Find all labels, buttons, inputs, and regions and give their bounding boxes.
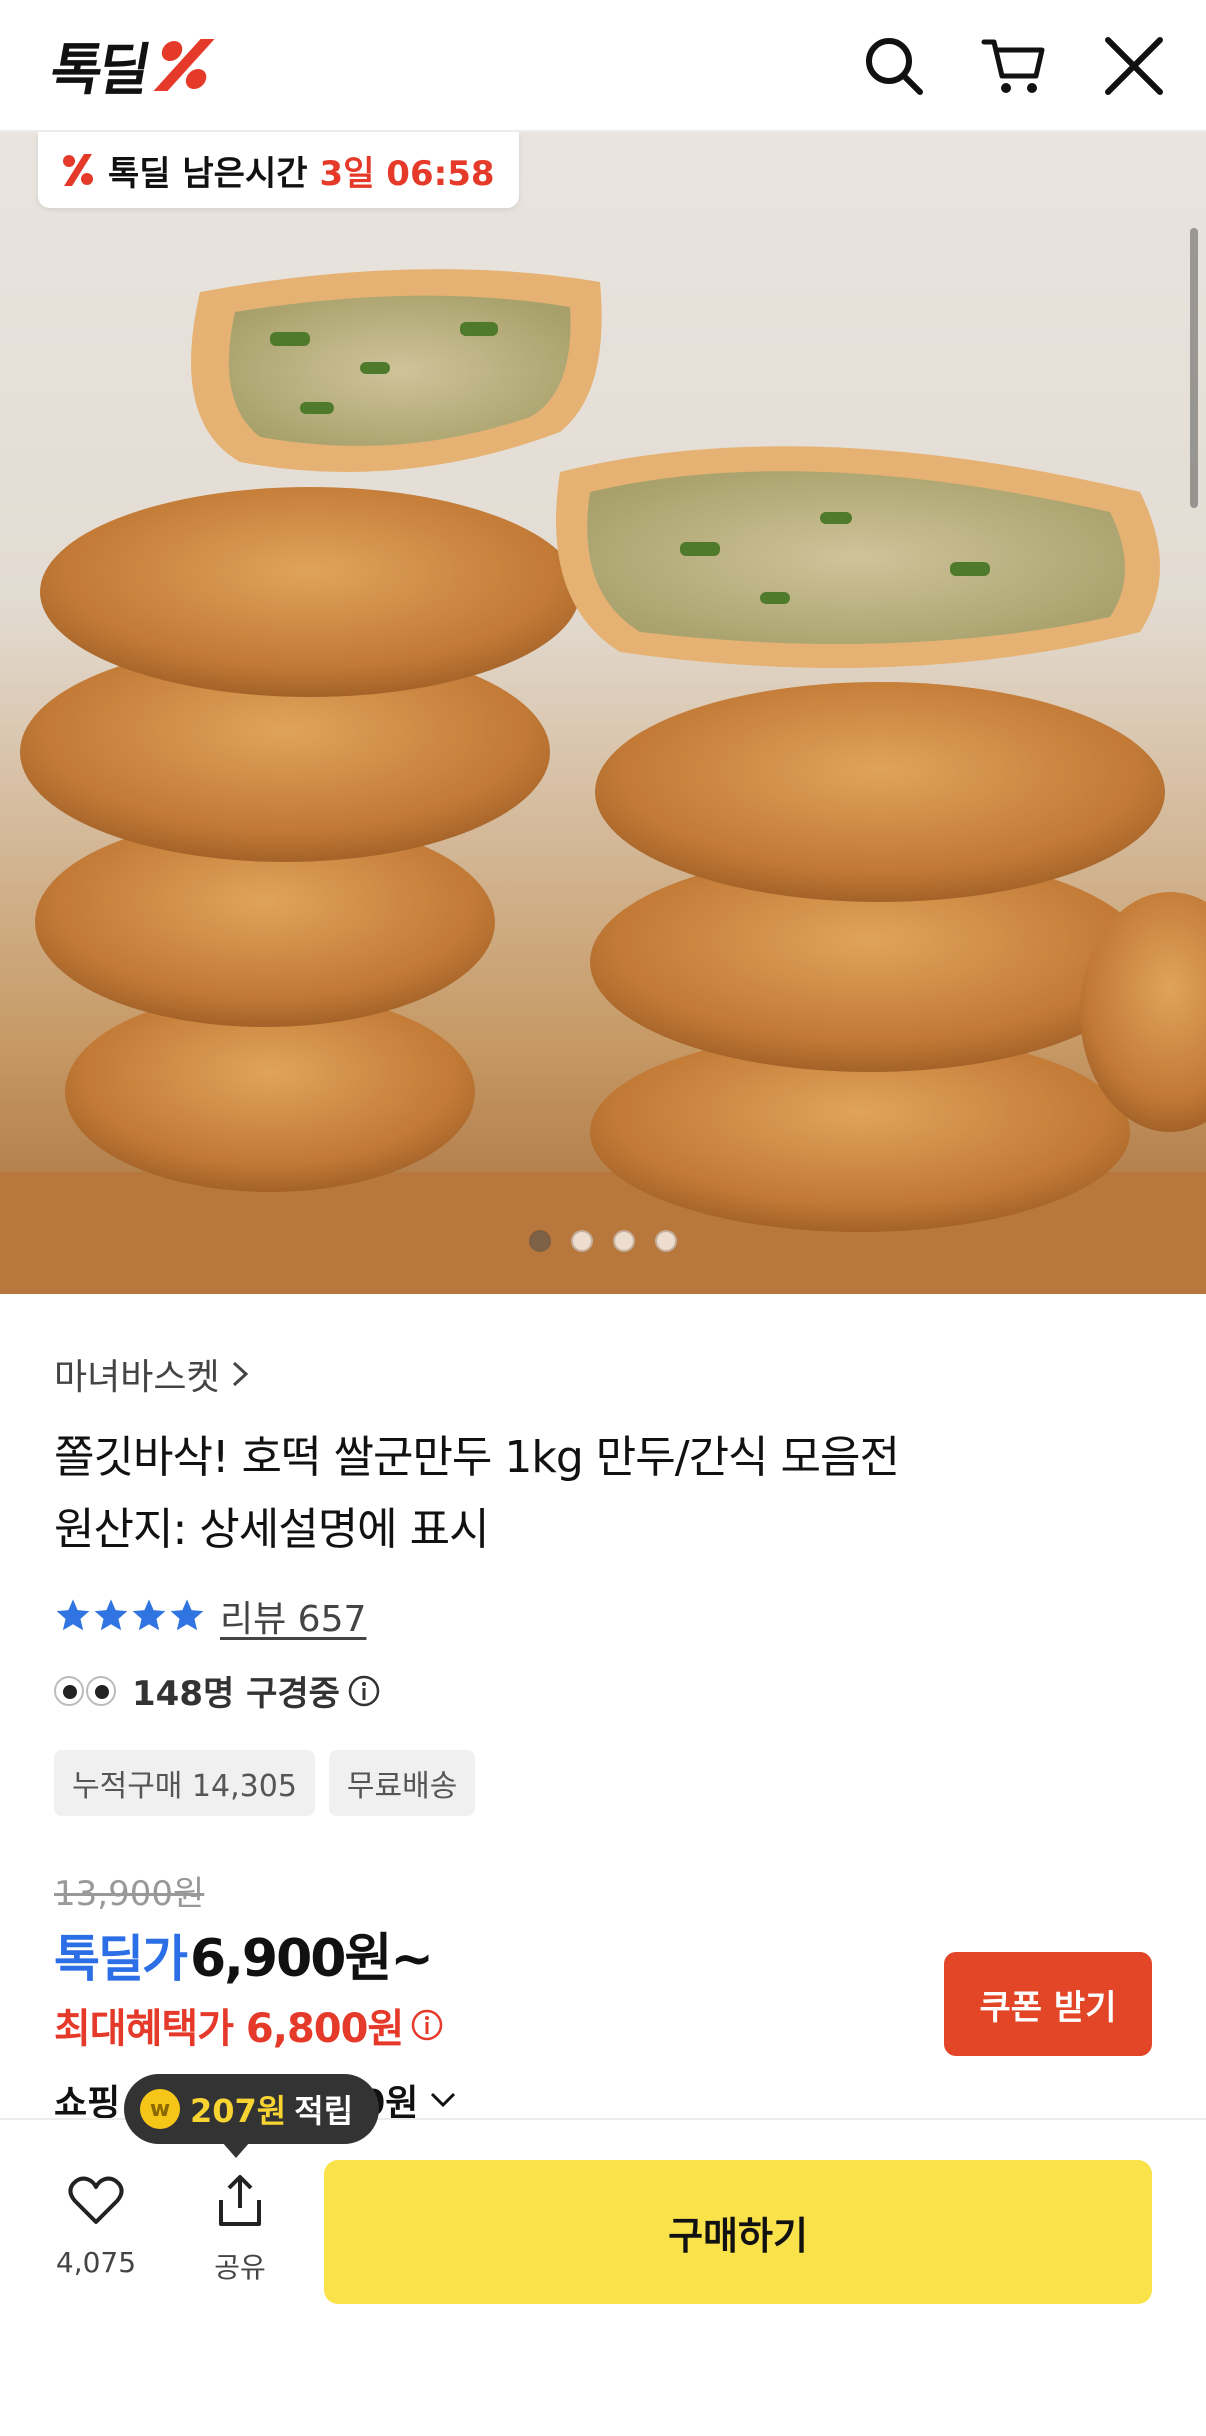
original-price: 13,900원 [54, 1874, 205, 1914]
star-icon [170, 1599, 204, 1631]
share-button[interactable]: 공유 [180, 2170, 300, 2286]
review-link[interactable]: 리뷰 657 [220, 1590, 366, 1642]
chevron-down-icon [431, 2092, 456, 2108]
viewing-text: 148명 구경중 [132, 1674, 340, 1714]
tag-cumulative-purchases: 누적구매 14,305 [54, 1750, 315, 1816]
carousel-dot[interactable] [613, 1230, 635, 1252]
search-icon[interactable] [858, 30, 930, 102]
cart-icon[interactable] [978, 30, 1050, 102]
carousel-dot[interactable] [529, 1230, 551, 1252]
chevron-right-icon [232, 1361, 248, 1387]
eye-icon [86, 1675, 116, 1706]
timer-label: 톡딜 남은시간 [108, 153, 308, 194]
heart-icon [68, 2176, 124, 2224]
rating-row[interactable]: 리뷰 657 [54, 1590, 366, 1642]
info-icon[interactable] [409, 2007, 445, 2043]
close-icon[interactable] [1098, 30, 1170, 102]
coupon-button[interactable]: 쿠폰 받기 [944, 1952, 1152, 2056]
carousel-dot[interactable] [655, 1230, 677, 1252]
points-tooltip: w 207원 적립 [124, 2074, 380, 2158]
dumpling-photo [0, 269, 1206, 1294]
deal-timer-badge: 톡딜 남은시간 3일 06:58 [38, 132, 519, 208]
max-benefit-row: 최대혜택가 6,800원 [54, 1996, 445, 2054]
tag-free-shipping: 무료배송 [328, 1750, 476, 1816]
tooltip-text: 적립 [294, 2092, 354, 2130]
buy-button[interactable]: 구매하기 [324, 2160, 1152, 2304]
seller-link[interactable]: 마녀바스켓 [54, 1348, 252, 1400]
like-count: 4,075 [55, 2246, 137, 2279]
percent-icon [63, 154, 93, 186]
product-image-carousel[interactable]: 톡딜 남은시간 3일 06:58 [0, 132, 1206, 1294]
deal-price-row: 톡딜가 6,900원~ [54, 1916, 434, 1991]
carousel-indicator [0, 1230, 1206, 1252]
share-icon [219, 2175, 261, 2226]
share-label: 공유 [214, 2251, 266, 2284]
star-icon [132, 1599, 166, 1631]
percent-logo-icon [153, 39, 215, 91]
top-bar: 톡딜 [0, 0, 1206, 132]
deal-price: 6,900원~ [190, 1929, 434, 1989]
timer-value: 3일 06:58 [319, 153, 495, 194]
tooltip-points: 207원 [190, 2092, 287, 2130]
talkdeal-logo[interactable]: 톡딜 [45, 30, 223, 103]
carousel-dot[interactable] [571, 1230, 593, 1252]
product-title: 쫄깃바삭! 호떡 쌀군만두 1kg 만두/간식 모음전 원산지: 상세설명에 표… [54, 1422, 1154, 1566]
like-button[interactable]: 4,075 [36, 2170, 156, 2279]
origin-line: 원산지: 상세설명에 표시 [54, 1504, 490, 1555]
deal-label: 톡딜가 [54, 1930, 188, 1988]
bottom-action-bar: 4,075 공유 구매하기 [0, 2118, 1206, 2436]
eye-icon [54, 1675, 84, 1706]
coin-icon: w [140, 2089, 180, 2129]
star-icon [56, 1599, 90, 1631]
viewing-count: 148명 구경중 [54, 1666, 382, 1715]
max-benefit-price: 최대혜택가 6,800원 [54, 2006, 404, 2052]
seller-name: 마녀바스켓 [54, 1357, 220, 1398]
product-title-line: 쫄깃바삭! 호떡 쌀군만두 1kg 만두/간식 모음전 [54, 1432, 900, 1483]
product-tags: 누적구매 14,305 무료배송 [54, 1750, 476, 1816]
scrollbar[interactable] [1190, 228, 1198, 508]
info-icon[interactable] [346, 1673, 382, 1709]
logo-text: 톡딜 [45, 37, 152, 103]
star-icon [94, 1599, 128, 1631]
